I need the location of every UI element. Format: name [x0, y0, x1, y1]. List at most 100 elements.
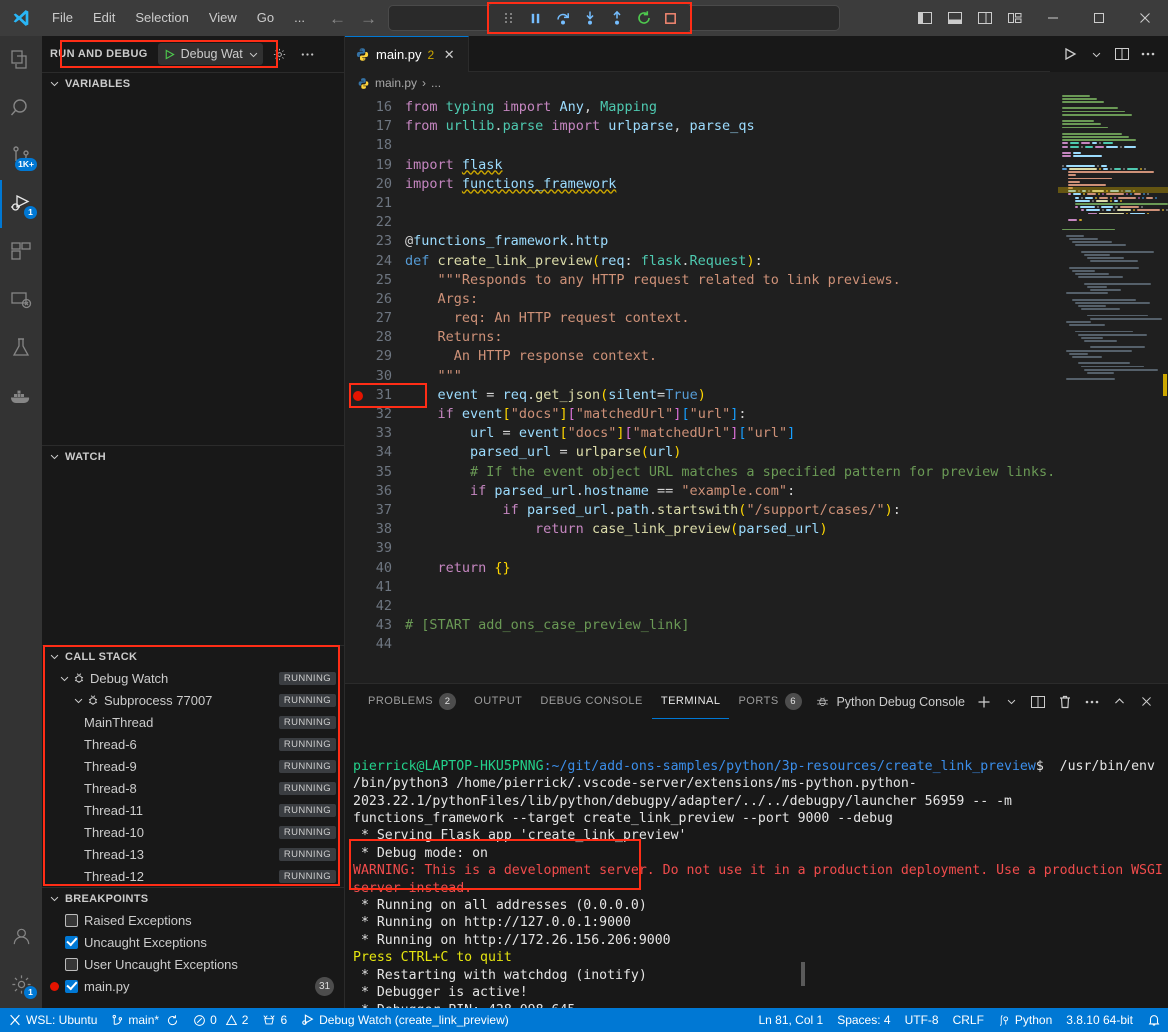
panel-tab-output[interactable]: OUTPUT — [465, 684, 531, 719]
call-stack-row[interactable]: Thread-9RUNNING — [42, 755, 344, 777]
close-panel-close-icon[interactable] — [1134, 690, 1158, 714]
code-line[interactable]: # If the event object URL matches a spec… — [405, 463, 1058, 482]
breakpoint-row[interactable]: main.py31 — [42, 975, 344, 997]
code-line[interactable]: from typing import Any, Mapping — [405, 98, 1058, 117]
code-line[interactable]: return {} — [405, 559, 1058, 578]
status-branch-indicator[interactable]: main* — [104, 1008, 186, 1032]
toggle-panel-icon[interactable] — [940, 0, 970, 36]
line-number[interactable]: 19 — [345, 156, 401, 175]
code-line[interactable]: from urllib.parse import urlparse, parse… — [405, 117, 1058, 136]
code-viewport[interactable]: 1617181920212223242526272829303132333435… — [345, 94, 1058, 683]
breakpoint-row[interactable]: Uncaught Exceptions — [42, 931, 344, 953]
line-number[interactable]: 25 — [345, 271, 401, 290]
open-launch-json-button[interactable] — [269, 43, 291, 65]
breadcrumb-symbol[interactable]: ... — [431, 76, 441, 90]
line-number[interactable]: 17 — [345, 117, 401, 136]
code-line[interactable]: """ — [405, 367, 1058, 386]
code-line[interactable]: return case_link_preview(parsed_url) — [405, 520, 1058, 539]
breakpoint-checkbox[interactable] — [65, 958, 78, 971]
panel-tab-debug-console[interactable]: DEBUG CONSOLE — [531, 684, 651, 719]
close-button[interactable] — [1122, 0, 1168, 36]
line-number[interactable]: 35 — [345, 463, 401, 482]
code-line[interactable] — [405, 578, 1058, 597]
stop-button[interactable] — [657, 6, 684, 30]
breakpoint-row[interactable]: Raised Exceptions — [42, 909, 344, 931]
call-stack-row[interactable]: MainThreadRUNNING — [42, 711, 344, 733]
kill-terminal-trash-icon[interactable] — [1053, 690, 1077, 714]
line-number[interactable]: 44 — [345, 635, 401, 654]
status-language-mode[interactable]: Python — [991, 1008, 1059, 1032]
run-dropdown-chevron-down-icon[interactable] — [1084, 42, 1108, 66]
source-code[interactable]: from typing import Any, Mappingfrom urll… — [401, 94, 1058, 683]
close-icon[interactable]: ✕ — [440, 47, 458, 63]
breadcrumb-file[interactable]: main.py — [375, 76, 417, 90]
code-line[interactable]: Args: — [405, 290, 1058, 309]
activity-run-and-debug[interactable]: 1 — [0, 180, 42, 228]
activity-source-control[interactable]: 1K+ — [0, 132, 42, 180]
terminal-scrollbar[interactable] — [801, 962, 805, 986]
status-errors-warnings[interactable]: 0 2 — [186, 1008, 255, 1032]
line-number[interactable]: 32 — [345, 405, 401, 424]
menu-item-more[interactable]: ... — [284, 6, 315, 30]
menu-item-go[interactable]: Go — [247, 6, 284, 30]
step-over-button[interactable] — [549, 6, 576, 30]
call-stack-row[interactable]: Debug WatchRUNNING — [42, 667, 344, 689]
code-line[interactable]: if event["docs"]["matchedUrl"]["url"]: — [405, 405, 1058, 424]
menu-bar[interactable]: File Edit Selection View Go ... — [42, 6, 315, 30]
chevron-down-icon[interactable] — [70, 695, 86, 706]
code-line[interactable] — [405, 213, 1058, 232]
activity-extensions[interactable] — [0, 228, 42, 276]
code-line[interactable]: """Responds to any HTTP request related … — [405, 271, 1058, 290]
call-stack-row[interactable]: Thread-10RUNNING — [42, 821, 344, 843]
step-out-button[interactable] — [603, 6, 630, 30]
line-number[interactable]: 39 — [345, 539, 401, 558]
start-debugging-icon[interactable] — [163, 48, 176, 61]
line-number[interactable]: 37 — [345, 501, 401, 520]
call-stack-row[interactable]: Thread-11RUNNING — [42, 799, 344, 821]
panel-tab-problems[interactable]: PROBLEMS2 — [359, 684, 465, 719]
menu-item-selection[interactable]: Selection — [125, 6, 198, 30]
breakpoint-row[interactable]: User Uncaught Exceptions — [42, 953, 344, 975]
status-eol[interactable]: CRLF — [946, 1008, 991, 1032]
run-python-file-button[interactable] — [1058, 42, 1082, 66]
maximize-panel-chevron-up-icon[interactable] — [1107, 690, 1131, 714]
call-stack-row[interactable]: Thread-13RUNNING — [42, 843, 344, 865]
line-number[interactable]: 43 — [345, 616, 401, 635]
line-number[interactable]: 26 — [345, 290, 401, 309]
breakpoint-marker-icon[interactable] — [353, 391, 363, 401]
pause-button[interactable] — [522, 6, 549, 30]
variables-section-header[interactable]: VARIABLES — [42, 72, 344, 94]
minimize-button[interactable] — [1030, 0, 1076, 36]
tab-main-py[interactable]: main.py 2 ✕ — [345, 36, 469, 72]
menu-item-edit[interactable]: Edit — [83, 6, 125, 30]
line-number[interactable]: 31 — [345, 386, 401, 405]
debug-toolbar-drag-handle[interactable] — [495, 6, 522, 30]
go-forward-icon[interactable]: → — [360, 10, 377, 27]
status-ports-indicator[interactable]: 6 — [255, 1008, 294, 1032]
split-terminal-icon[interactable] — [1026, 690, 1050, 714]
status-remote-indicator[interactable]: WSL: Ubuntu — [0, 1008, 104, 1032]
status-encoding[interactable]: UTF-8 — [898, 1008, 946, 1032]
customize-layout-icon[interactable] — [1000, 0, 1030, 36]
line-number[interactable]: 36 — [345, 482, 401, 501]
line-number-gutter[interactable]: 1617181920212223242526272829303132333435… — [345, 94, 401, 683]
line-number[interactable]: 21 — [345, 194, 401, 213]
terminal-dropdown-chevron-down-icon[interactable] — [999, 690, 1023, 714]
status-debug-session[interactable]: Debug Watch (create_link_preview) — [294, 1008, 516, 1032]
minimap[interactable] — [1058, 94, 1168, 683]
code-line[interactable]: url = event["docs"]["matchedUrl"]["url"] — [405, 424, 1058, 443]
line-number[interactable]: 40 — [345, 559, 401, 578]
maximize-button[interactable] — [1076, 0, 1122, 36]
line-number[interactable]: 34 — [345, 443, 401, 462]
line-number[interactable]: 38 — [345, 520, 401, 539]
breadcrumb[interactable]: main.py › ... — [345, 72, 1168, 94]
toggle-secondary-sidebar-icon[interactable] — [970, 0, 1000, 36]
status-indentation[interactable]: Spaces: 4 — [830, 1008, 897, 1032]
restart-button[interactable] — [630, 6, 657, 30]
line-number[interactable]: 29 — [345, 347, 401, 366]
status-cursor-position[interactable]: Ln 81, Col 1 — [751, 1008, 830, 1032]
split-editor-icon[interactable] — [1110, 42, 1134, 66]
line-number[interactable]: 23 — [345, 232, 401, 251]
go-back-icon[interactable]: ← — [329, 10, 346, 27]
line-number[interactable]: 20 — [345, 175, 401, 194]
